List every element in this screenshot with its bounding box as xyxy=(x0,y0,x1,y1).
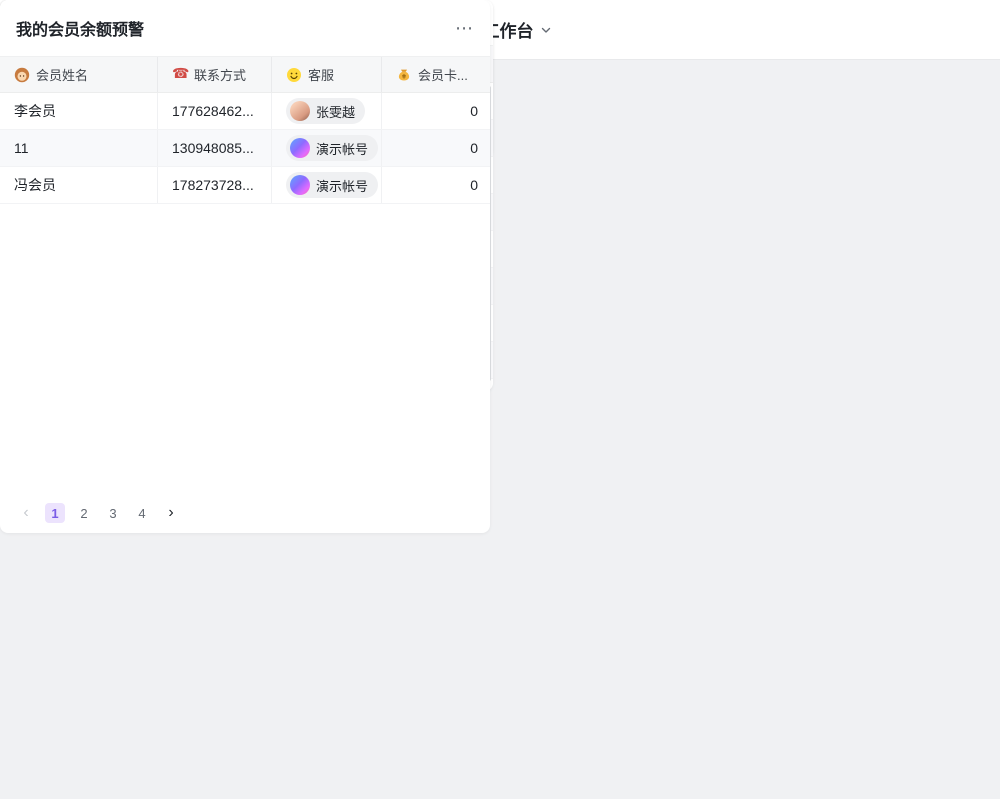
person-emoji-icon xyxy=(14,67,30,83)
avatar xyxy=(290,175,310,195)
balance-table-header: 会员姓名 ☎ 联系方式 客服 会员卡... xyxy=(0,56,490,93)
card-title: 我的会员余额预警 xyxy=(16,16,144,40)
pagination-page-2[interactable]: 2 xyxy=(74,503,94,523)
column-header-contact[interactable]: ☎ 联系方式 xyxy=(158,57,272,92)
money-bag-emoji-icon xyxy=(396,67,412,83)
phone-emoji-icon: ☎ xyxy=(172,67,188,83)
balance-value: 0 xyxy=(470,140,478,156)
pagination-page-4[interactable]: 4 xyxy=(132,503,152,523)
pagination: ‹ 1 2 3 4 › xyxy=(16,503,181,523)
contact: 130948085... xyxy=(172,140,254,156)
pagination-next-button[interactable]: › xyxy=(161,503,181,523)
more-options-button[interactable]: ⋯ xyxy=(455,19,474,37)
agent-name: 张雯越 xyxy=(316,102,355,121)
column-label: 客服 xyxy=(308,65,334,84)
contact: 178273728... xyxy=(172,177,254,193)
chevron-down-icon xyxy=(540,24,552,36)
pagination-page-3[interactable]: 3 xyxy=(103,503,123,523)
table-row[interactable]: 冯会员 178273728... 演示帐号 0 xyxy=(0,167,490,204)
avatar xyxy=(290,138,310,158)
agent-pill: 张雯越 xyxy=(286,98,365,124)
balance-table-body: 李会员 177628462... 张雯越 0 11 130948085... 演… xyxy=(0,93,490,204)
agent-name: 演示帐号 xyxy=(316,176,368,195)
table-row[interactable]: 李会员 177628462... 张雯越 0 xyxy=(0,93,490,130)
balance-warning-card: 我的会员余额预警 ⋯ 会员姓名 ☎ 联系方式 客服 会员卡... xyxy=(0,0,490,533)
contact: 177628462... xyxy=(172,103,254,119)
member-name: 11 xyxy=(14,140,29,156)
column-header-member-card[interactable]: 会员卡... xyxy=(382,57,490,92)
balance-value: 0 xyxy=(470,103,478,119)
agent-pill: 演示帐号 xyxy=(286,172,378,198)
column-header-agent[interactable]: 客服 xyxy=(272,57,382,92)
table-row[interactable]: 11 130948085... 演示帐号 0 xyxy=(0,130,490,167)
member-name: 李会员 xyxy=(14,101,56,121)
member-name: 冯会员 xyxy=(14,175,56,195)
balance-value: 0 xyxy=(470,177,478,193)
column-label: 会员卡... xyxy=(418,65,468,84)
column-header-member-name[interactable]: 会员姓名 xyxy=(0,57,158,92)
agent-name: 演示帐号 xyxy=(316,139,368,158)
pagination-page-1[interactable]: 1 xyxy=(45,503,65,523)
column-label: 会员姓名 xyxy=(36,65,88,84)
avatar xyxy=(290,101,310,121)
pagination-prev-button[interactable]: ‹ xyxy=(16,503,36,523)
smiley-emoji-icon xyxy=(286,67,302,83)
agent-pill: 演示帐号 xyxy=(286,135,378,161)
column-label: 联系方式 xyxy=(194,65,246,84)
